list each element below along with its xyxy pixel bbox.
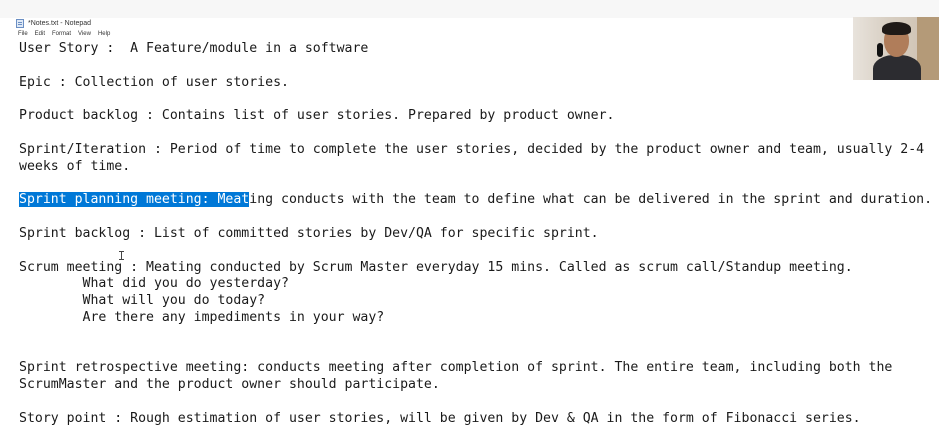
text-editor[interactable]: User Story : A Feature/module in a softw… — [19, 40, 934, 437]
editor-line: Sprint/Iteration : Period of time to com… — [19, 142, 925, 157]
notepad-icon — [16, 18, 24, 28]
menu-help[interactable]: Help — [98, 29, 110, 39]
editor-line-rest: ing conducts with the team to define wha… — [249, 192, 933, 207]
editor-line: User Story : A Feature/module in a softw… — [19, 41, 369, 56]
ibeam-cursor-icon — [119, 251, 124, 260]
microphone-icon — [877, 43, 883, 57]
menu-view[interactable]: View — [78, 29, 91, 39]
menu-edit[interactable]: Edit — [35, 29, 45, 39]
window-title: *Notes.txt - Notepad — [28, 19, 92, 27]
editor-line-with-selection: Sprint planning meeting: Meating conduct… — [19, 191, 932, 208]
editor-line: ScrumMaster and the product owner should… — [19, 377, 440, 392]
webcam-person-body — [873, 55, 921, 80]
editor-line: Epic : Collection of user stories. — [19, 75, 289, 90]
editor-line: Are there any impediments in your way? — [19, 310, 385, 325]
editor-line: Story point : Rough estimation of user s… — [19, 411, 861, 426]
editor-line: Product backlog : Contains list of user … — [19, 108, 615, 123]
editor-line: weeks of time. — [19, 159, 131, 174]
top-strip — [0, 0, 939, 18]
editor-line: Sprint backlog : List of committed stori… — [19, 226, 599, 241]
menu-format[interactable]: Format — [52, 29, 71, 39]
menu-bar: File Edit Format View Help — [18, 29, 110, 39]
editor-line: Scrum meeting : Meating conducted by Scr… — [19, 260, 853, 275]
menu-file[interactable]: File — [18, 29, 28, 39]
webcam-overlay — [853, 17, 939, 80]
text-selection: Sprint planning meeting: Meat — [19, 192, 250, 207]
title-bar: *Notes.txt - Notepad — [16, 17, 91, 29]
editor-line: What will you do today? — [19, 293, 266, 308]
webcam-person-hair — [882, 22, 911, 35]
editor-line: Sprint retrospective meeting: conducts m… — [19, 360, 893, 375]
editor-line: What did you do yesterday? — [19, 276, 289, 291]
